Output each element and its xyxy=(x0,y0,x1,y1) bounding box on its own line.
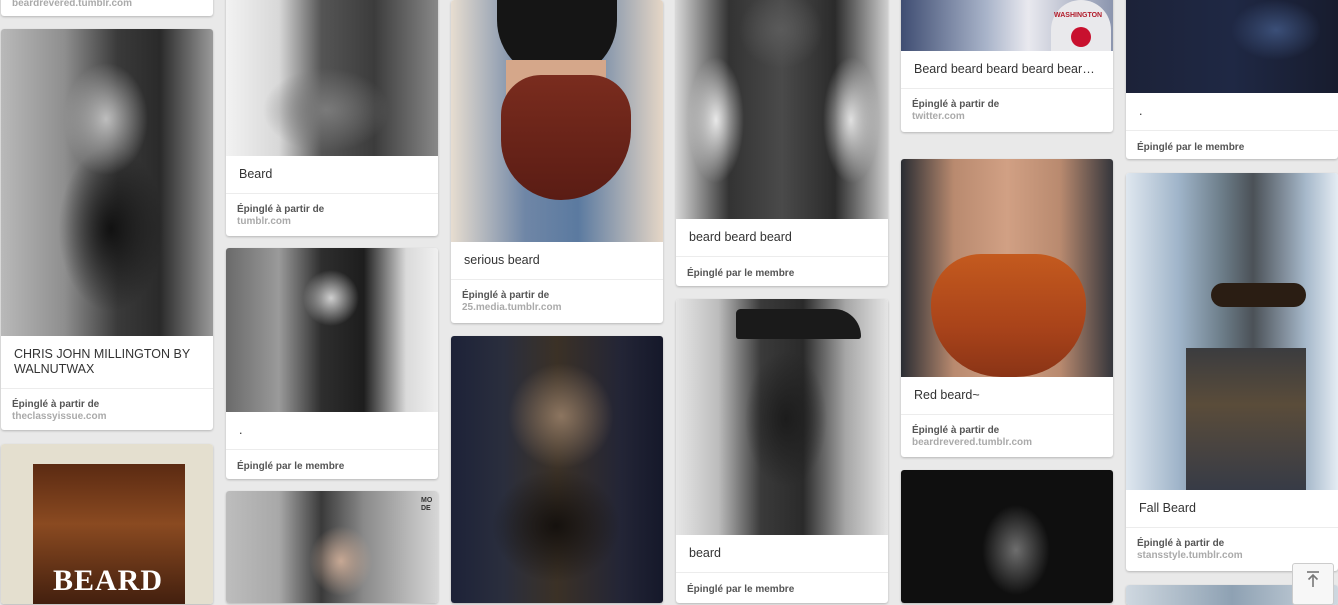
pin-description: Red beard~ xyxy=(901,377,1113,415)
pin-attribution: Épinglé par le membre xyxy=(237,461,345,472)
pin-card[interactable]: . Épinglé par le membre xyxy=(226,248,438,479)
pin-image[interactable] xyxy=(901,470,1113,603)
pin-attribution: Épinglé par le membre xyxy=(687,268,795,279)
pin-card[interactable]: Red beard~ Épinglé à partir de beardreve… xyxy=(901,159,1113,457)
magazine-masthead: MO DE xyxy=(421,497,433,512)
pin-description: Fall Beard xyxy=(1126,490,1338,528)
pin-image[interactable] xyxy=(901,159,1113,377)
pin-description: serious beard xyxy=(451,242,663,280)
scroll-to-top-button[interactable] xyxy=(1292,563,1334,605)
pin-card[interactable] xyxy=(901,470,1113,603)
pin-image[interactable]: BEARD xyxy=(1,444,213,604)
pin-description: . xyxy=(226,412,438,450)
pin-source[interactable]: twitter.com xyxy=(912,111,1102,123)
pin-image[interactable] xyxy=(226,0,438,156)
pin-image[interactable] xyxy=(676,299,888,535)
pin-card[interactable]: Beard Épinglé à partir de tumblr.com xyxy=(226,0,438,236)
pin-image[interactable] xyxy=(676,0,888,219)
pin-attribution: Épinglé à partir de tumblr.com xyxy=(226,194,438,236)
pin-source[interactable]: beardrevered.tumblr.com xyxy=(912,437,1102,449)
pin-attribution: Épinglé par le membre xyxy=(687,584,795,595)
pin-description: Beard beard beard beard beard ... xyxy=(901,51,1113,89)
pin-card[interactable]: . Épinglé par le membre xyxy=(1126,0,1338,159)
pin-card[interactable]: BEARD xyxy=(1,444,213,604)
pin-description: CHRIS JOHN MILLINGTON BY WALNUTWAX xyxy=(1,336,213,389)
pin-card[interactable]: beardrevered.tumblr.com xyxy=(1,0,213,16)
pin-card[interactable]: MO DE xyxy=(226,491,438,603)
pin-source[interactable]: theclassyissue.com xyxy=(12,411,202,423)
pin-image[interactable] xyxy=(451,0,663,242)
pin-source[interactable]: stansstyle.tumblr.com xyxy=(1137,550,1327,562)
pin-image[interactable]: MO DE xyxy=(226,491,438,603)
pin-image[interactable] xyxy=(1126,173,1338,490)
pin-image[interactable] xyxy=(1,29,213,336)
pin-description: beard beard beard xyxy=(676,219,888,257)
pin-description: Beard xyxy=(226,156,438,194)
jersey-lettering: WASHINGTON xyxy=(1054,12,1103,19)
pin-description: beard xyxy=(676,535,888,573)
pin-card[interactable]: WASHINGTON Beard beard beard beard beard… xyxy=(901,0,1113,132)
pin-image[interactable] xyxy=(226,248,438,412)
pin-image[interactable] xyxy=(1126,0,1338,93)
pin-source[interactable]: tumblr.com xyxy=(237,216,427,228)
pin-card[interactable]: Fall Beard Épinglé à partir de stansstyl… xyxy=(1126,173,1338,571)
pin-attribution: Épinglé par le membre xyxy=(1137,142,1245,153)
pin-image[interactable]: WASHINGTON xyxy=(901,0,1113,51)
pin-source[interactable]: 25.media.tumblr.com xyxy=(462,302,652,314)
pin-image[interactable] xyxy=(451,336,663,603)
pin-card[interactable]: CHRIS JOHN MILLINGTON BY WALNUTWAX Éping… xyxy=(1,29,213,430)
pin-card[interactable]: serious beard Épinglé à partir de 25.med… xyxy=(451,0,663,323)
pin-description: . xyxy=(1126,93,1338,131)
pin-attribution: Épinglé à partir de 25.media.tumblr.com xyxy=(451,280,663,323)
pin-source[interactable]: beardrevered.tumblr.com xyxy=(12,0,202,10)
pin-attribution: Épinglé à partir de twitter.com xyxy=(901,89,1113,132)
pin-card[interactable] xyxy=(451,336,663,603)
pin-attribution: Épinglé à partir de beardrevered.tumblr.… xyxy=(901,415,1113,457)
pin-card[interactable]: beard beard beard Épinglé par le membre xyxy=(676,0,888,286)
pin-card[interactable]: beard Épinglé par le membre xyxy=(676,299,888,603)
arrow-up-to-top-icon xyxy=(1304,570,1322,593)
pin-attribution: Épinglé à partir de theclassyissue.com xyxy=(1,389,213,430)
